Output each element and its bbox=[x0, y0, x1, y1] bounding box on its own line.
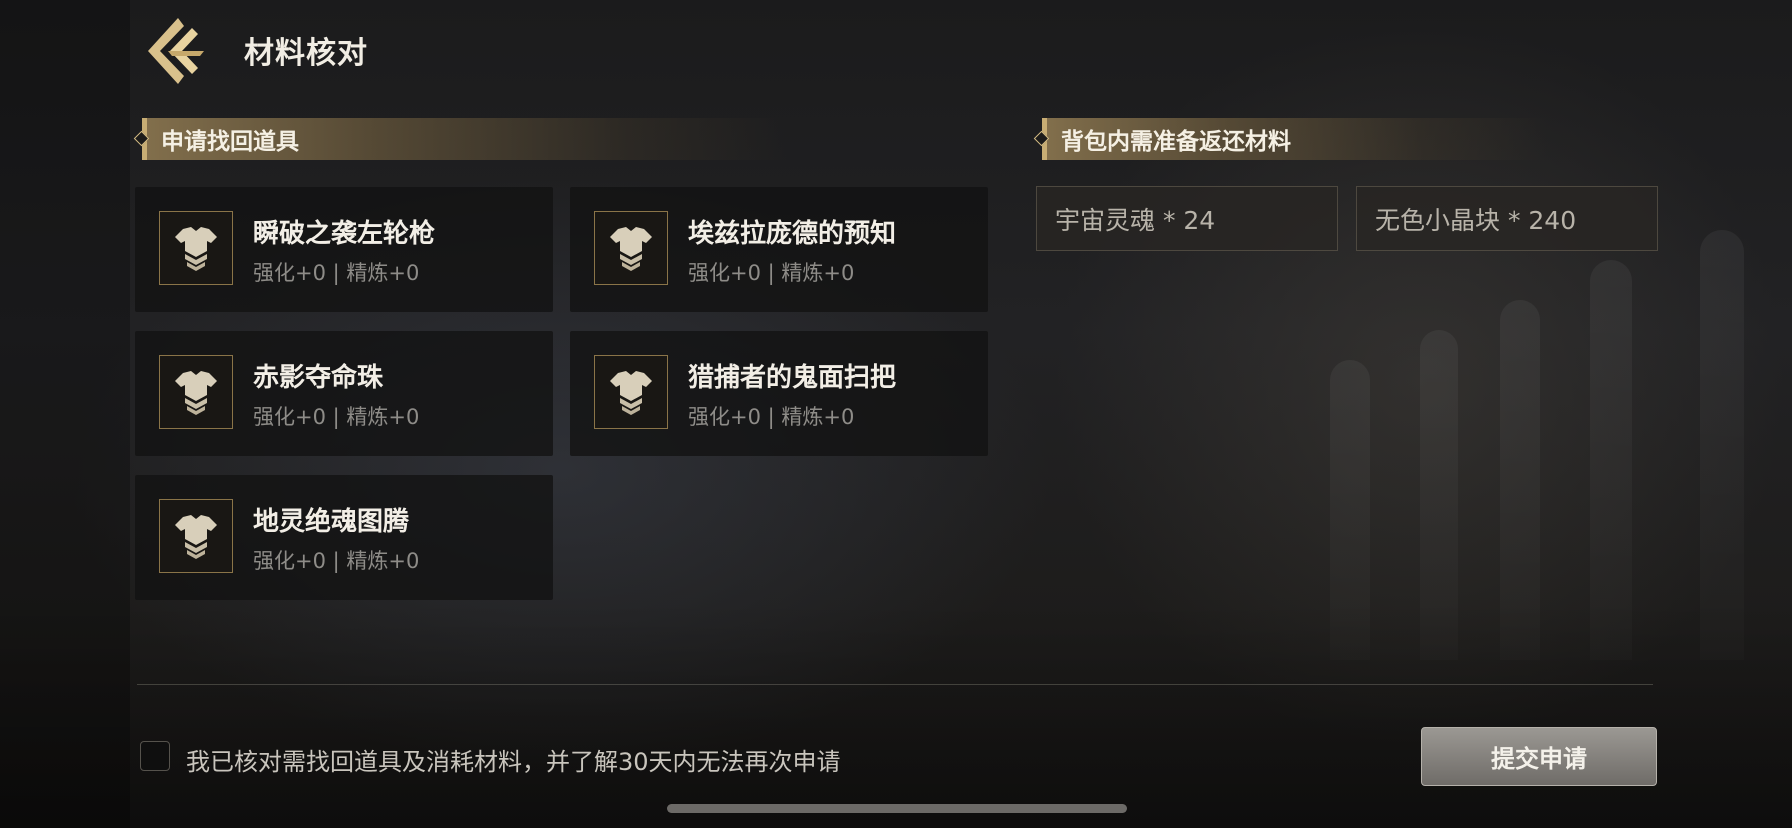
section-header-return-materials: 背包内需准备返还材料 bbox=[1033, 118, 1547, 160]
background-pillar bbox=[1700, 230, 1744, 660]
item-icon-box bbox=[159, 355, 233, 429]
material-item: 宇宙灵魂 * 24 bbox=[1036, 186, 1338, 251]
item-card[interactable]: 赤影夺命珠 强化+0 | 精炼+0 bbox=[135, 331, 553, 456]
item-icon-box bbox=[594, 355, 668, 429]
item-enhance-info: 强化+0 | 精炼+0 bbox=[253, 405, 420, 429]
divider bbox=[137, 684, 1653, 685]
home-indicator[interactable] bbox=[667, 804, 1127, 813]
diamond-icon bbox=[1033, 130, 1050, 147]
armor-icon bbox=[175, 227, 217, 271]
armor-icon bbox=[610, 227, 652, 271]
item-card[interactable]: 地灵绝魂图腾 强化+0 | 精炼+0 bbox=[135, 475, 553, 600]
item-card[interactable]: 猎捕者的鬼面扫把 强化+0 | 精炼+0 bbox=[570, 331, 988, 456]
item-icon-box bbox=[594, 211, 668, 285]
back-arrow-icon bbox=[148, 18, 204, 84]
back-button[interactable] bbox=[138, 14, 212, 88]
armor-icon bbox=[175, 371, 217, 415]
diamond-icon bbox=[133, 130, 150, 147]
background-shadow-floor bbox=[0, 600, 1792, 828]
item-icon-box bbox=[159, 499, 233, 573]
item-enhance-info: 强化+0 | 精炼+0 bbox=[253, 261, 420, 285]
material-check-screen: 材料核对 申请找回道具 瞬破之袭左轮枪 强化+0 | 精炼+0 埃兹拉庞德的预知… bbox=[0, 0, 1792, 828]
confirm-text: 我已核对需找回道具及消耗材料，并了解30天内无法再次申请 bbox=[186, 748, 841, 776]
armor-icon bbox=[610, 371, 652, 415]
confirm-checkbox[interactable] bbox=[140, 741, 170, 771]
item-card[interactable]: 瞬破之袭左轮枪 强化+0 | 精炼+0 bbox=[135, 187, 553, 312]
armor-icon bbox=[175, 515, 217, 559]
item-name: 埃兹拉庞德的预知 bbox=[688, 219, 897, 249]
material-item: 无色小晶块 * 240 bbox=[1356, 186, 1658, 251]
section-header-recover-items: 申请找回道具 bbox=[133, 118, 787, 160]
item-icon-box bbox=[159, 211, 233, 285]
item-name: 地灵绝魂图腾 bbox=[253, 507, 410, 537]
section-title: 申请找回道具 bbox=[161, 129, 299, 155]
item-name: 瞬破之袭左轮枪 bbox=[253, 219, 436, 249]
item-name: 猎捕者的鬼面扫把 bbox=[688, 363, 897, 393]
item-enhance-info: 强化+0 | 精炼+0 bbox=[688, 405, 855, 429]
item-enhance-info: 强化+0 | 精炼+0 bbox=[688, 261, 855, 285]
submit-button[interactable]: 提交申请 bbox=[1421, 727, 1657, 786]
page-title: 材料核对 bbox=[244, 36, 368, 71]
section-title: 背包内需准备返还材料 bbox=[1061, 129, 1291, 155]
item-card[interactable]: 埃兹拉庞德的预知 强化+0 | 精炼+0 bbox=[570, 187, 988, 312]
item-name: 赤影夺命珠 bbox=[253, 363, 384, 393]
item-enhance-info: 强化+0 | 精炼+0 bbox=[253, 549, 420, 573]
